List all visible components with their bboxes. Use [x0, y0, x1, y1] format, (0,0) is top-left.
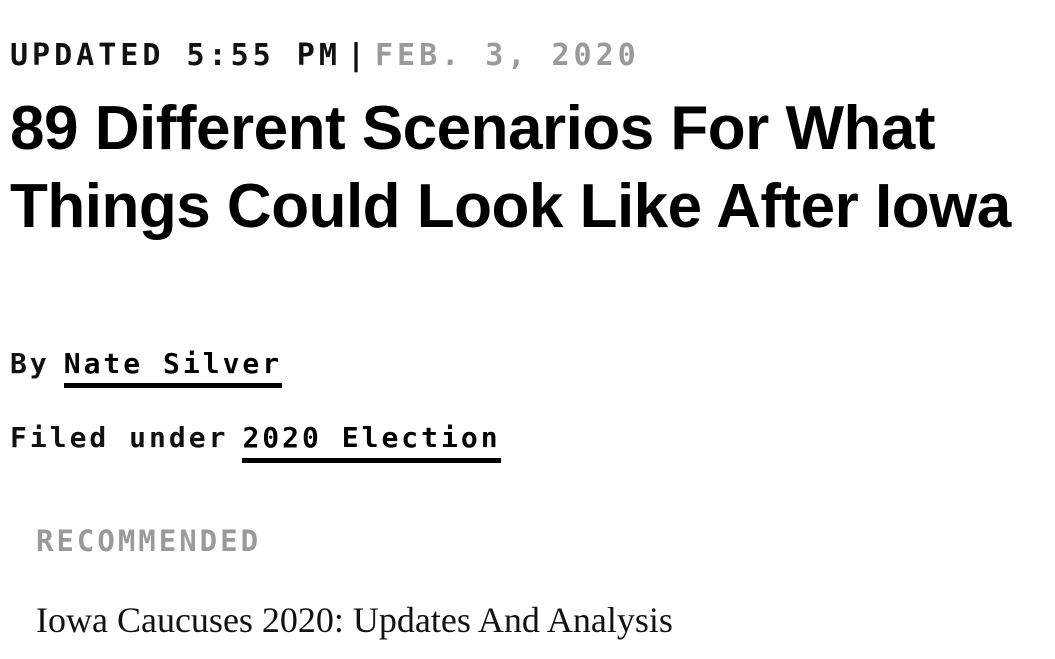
- publish-date: FEB. 3, 2020: [375, 38, 640, 73]
- dateline: UPDATED 5:55 PM | FEB. 3, 2020: [10, 36, 640, 76]
- recommended-section: RECOMMENDED Iowa Caucuses 2020: Updates …: [36, 520, 1026, 642]
- recommended-article-link[interactable]: Iowa Caucuses 2020: Updates And Analysis: [36, 598, 1026, 642]
- byline: By Nate Silver: [10, 344, 283, 388]
- author-link[interactable]: Nate Silver: [63, 346, 283, 388]
- filed-under-prefix: Filed under: [10, 421, 229, 454]
- filed-under: Filed under 2020 Election: [10, 418, 501, 464]
- article-headline: 89 Different Scenarios For What Things C…: [10, 94, 1011, 241]
- dateline-separator: |: [346, 38, 369, 73]
- topic-link[interactable]: 2020 Election: [242, 419, 501, 463]
- byline-prefix: By: [10, 347, 50, 380]
- recommended-label: RECOMMENDED: [36, 524, 262, 558]
- updated-time: UPDATED 5:55 PM: [10, 38, 341, 73]
